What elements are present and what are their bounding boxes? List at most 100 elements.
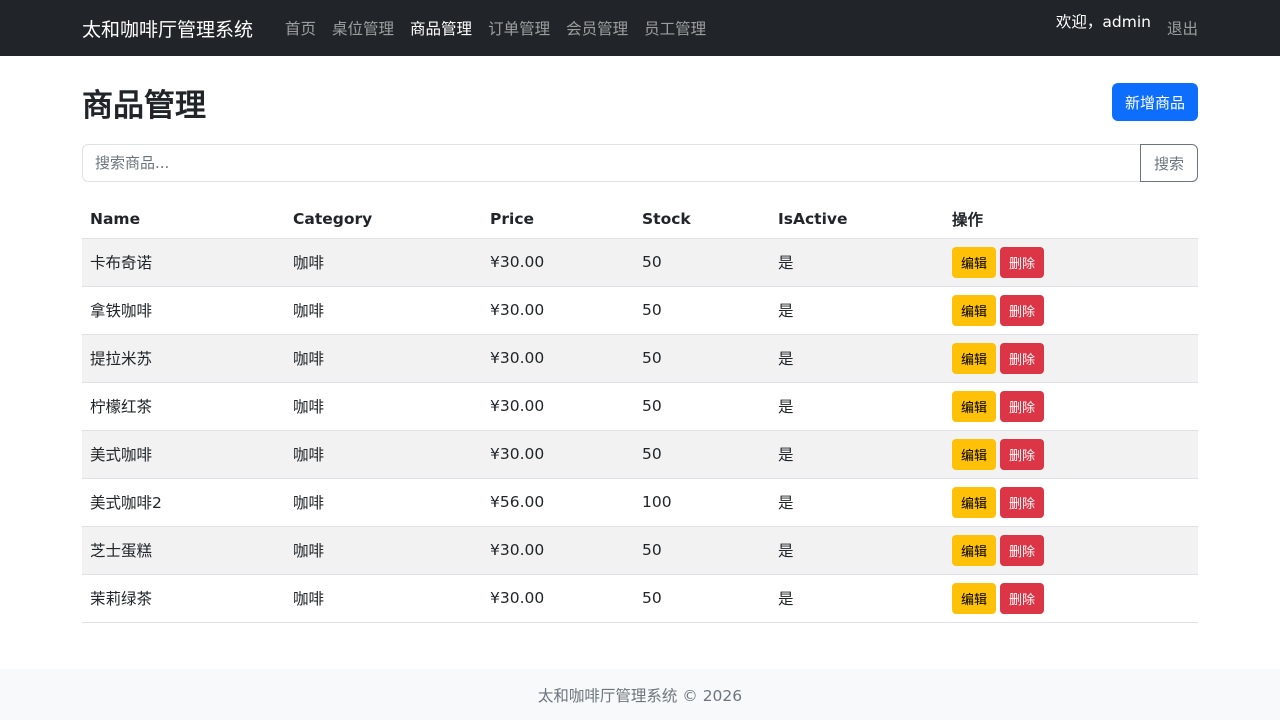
edit-button[interactable]: 编辑 [952, 246, 997, 278]
welcome-text: 欢迎，admin [1055, 13, 1151, 31]
brand-title[interactable]: 太和咖啡厅管理系统 [82, 15, 253, 42]
column-header-price: Price [482, 200, 634, 239]
nav-link-members[interactable]: 会员管理 [558, 17, 636, 39]
cell-stock: 50 [634, 334, 770, 383]
cell-category: 咖啡 [285, 238, 482, 287]
delete-button[interactable]: 删除 [1000, 534, 1045, 566]
cell-price: ¥30.00 [482, 286, 634, 335]
cell-category: 咖啡 [285, 526, 482, 575]
cell-price: ¥30.00 [482, 334, 634, 383]
cell-name: 芝士蛋糕 [82, 526, 285, 575]
cell-price: ¥30.00 [482, 382, 634, 431]
cell-actions: 编辑 删除 [944, 478, 1198, 527]
column-header-name: Name [82, 200, 285, 239]
table-row: 柠檬红茶 咖啡 ¥30.00 50 是 编辑 删除 [82, 382, 1198, 431]
delete-button[interactable]: 删除 [1000, 294, 1045, 326]
cell-stock: 50 [634, 574, 770, 623]
edit-button[interactable]: 编辑 [952, 390, 997, 422]
cell-category: 咖啡 [285, 574, 482, 623]
user-area: 欢迎，admin 退出 [1056, 0, 1198, 56]
nav-links: 首页 桌位管理 商品管理 订单管理 会员管理 员工管理 [277, 17, 714, 39]
top-navbar: 太和咖啡厅管理系统 首页 桌位管理 商品管理 订单管理 会员管理 员工管理 欢迎… [0, 0, 1280, 56]
search-button[interactable]: 搜索 [1140, 144, 1198, 182]
logout-link[interactable]: 退出 [1167, 17, 1198, 39]
column-header-category: Category [285, 200, 482, 239]
cell-price: ¥30.00 [482, 574, 634, 623]
page-header: 商品管理 新增商品 [82, 80, 1198, 124]
table-row: 提拉米苏 咖啡 ¥30.00 50 是 编辑 删除 [82, 334, 1198, 383]
edit-button[interactable]: 编辑 [952, 582, 997, 614]
nav-link-home[interactable]: 首页 [277, 17, 324, 39]
cell-name: 提拉米苏 [82, 334, 285, 383]
cell-actions: 编辑 删除 [944, 286, 1198, 335]
column-header-isactive: IsActive [770, 200, 944, 239]
cell-price: ¥56.00 [482, 478, 634, 527]
edit-button[interactable]: 编辑 [952, 294, 997, 326]
table-row: 拿铁咖啡 咖啡 ¥30.00 50 是 编辑 删除 [82, 286, 1198, 335]
cell-isactive: 是 [770, 574, 944, 623]
cell-isactive: 是 [770, 286, 944, 335]
cell-stock: 50 [634, 238, 770, 287]
cell-category: 咖啡 [285, 334, 482, 383]
cell-actions: 编辑 删除 [944, 382, 1198, 431]
cell-stock: 50 [634, 286, 770, 335]
cell-actions: 编辑 删除 [944, 334, 1198, 383]
page-title: 商品管理 [82, 87, 206, 124]
cell-price: ¥30.00 [482, 430, 634, 479]
cell-stock: 50 [634, 430, 770, 479]
table-row: 美式咖啡2 咖啡 ¥56.00 100 是 编辑 删除 [82, 478, 1198, 527]
cell-name: 拿铁咖啡 [82, 286, 285, 335]
add-product-button[interactable]: 新增商品 [1111, 83, 1198, 121]
footer-text: 太和咖啡厅管理系统 © 2026 [537, 686, 743, 705]
delete-button[interactable]: 删除 [1000, 486, 1045, 518]
cell-actions: 编辑 删除 [944, 526, 1198, 575]
cell-isactive: 是 [770, 238, 944, 287]
column-header-stock: Stock [634, 200, 770, 239]
table-header-row: Name Category Price Stock IsActive 操作 [82, 200, 1198, 239]
cell-category: 咖啡 [285, 430, 482, 479]
cell-category: 咖啡 [285, 478, 482, 527]
delete-button[interactable]: 删除 [1000, 246, 1045, 278]
cell-stock: 100 [634, 478, 770, 527]
cell-isactive: 是 [770, 430, 944, 479]
cell-actions: 编辑 删除 [944, 238, 1198, 287]
cell-name: 茉莉绿茶 [82, 574, 285, 623]
cell-name: 柠檬红茶 [82, 382, 285, 431]
delete-button[interactable]: 删除 [1000, 582, 1045, 614]
column-header-actions: 操作 [944, 200, 1198, 239]
edit-button[interactable]: 编辑 [952, 534, 997, 566]
cell-price: ¥30.00 [482, 526, 634, 575]
cell-actions: 编辑 删除 [944, 430, 1198, 479]
edit-button[interactable]: 编辑 [952, 486, 997, 518]
edit-button[interactable]: 编辑 [952, 438, 997, 470]
nav-link-products[interactable]: 商品管理 [402, 17, 480, 39]
table-row: 茉莉绿茶 咖啡 ¥30.00 50 是 编辑 删除 [82, 574, 1198, 623]
nav-link-orders[interactable]: 订单管理 [480, 17, 558, 39]
cell-isactive: 是 [770, 334, 944, 383]
delete-button[interactable]: 删除 [1000, 390, 1045, 422]
page-footer: 太和咖啡厅管理系统 © 2026 [0, 669, 1280, 720]
products-table: Name Category Price Stock IsActive 操作 卡布… [82, 200, 1198, 623]
cell-actions: 编辑 删除 [944, 574, 1198, 623]
search-input[interactable] [82, 144, 1140, 182]
delete-button[interactable]: 删除 [1000, 342, 1045, 374]
table-row: 卡布奇诺 咖啡 ¥30.00 50 是 编辑 删除 [82, 238, 1198, 287]
cell-category: 咖啡 [285, 286, 482, 335]
cell-name: 美式咖啡2 [82, 478, 285, 527]
main-content: 商品管理 新增商品 搜索 Name Category Price Stock I… [82, 80, 1198, 623]
cell-stock: 50 [634, 526, 770, 575]
edit-button[interactable]: 编辑 [952, 342, 997, 374]
nav-link-tables[interactable]: 桌位管理 [324, 17, 402, 39]
cell-name: 卡布奇诺 [82, 238, 285, 287]
cell-price: ¥30.00 [482, 238, 634, 287]
delete-button[interactable]: 删除 [1000, 438, 1045, 470]
cell-isactive: 是 [770, 478, 944, 527]
table-row: 芝士蛋糕 咖啡 ¥30.00 50 是 编辑 删除 [82, 526, 1198, 575]
cell-isactive: 是 [770, 382, 944, 431]
cell-isactive: 是 [770, 526, 944, 575]
search-bar: 搜索 [82, 144, 1198, 182]
nav-link-staff[interactable]: 员工管理 [636, 17, 714, 39]
cell-stock: 50 [634, 382, 770, 431]
table-row: 美式咖啡 咖啡 ¥30.00 50 是 编辑 删除 [82, 430, 1198, 479]
cell-name: 美式咖啡 [82, 430, 285, 479]
